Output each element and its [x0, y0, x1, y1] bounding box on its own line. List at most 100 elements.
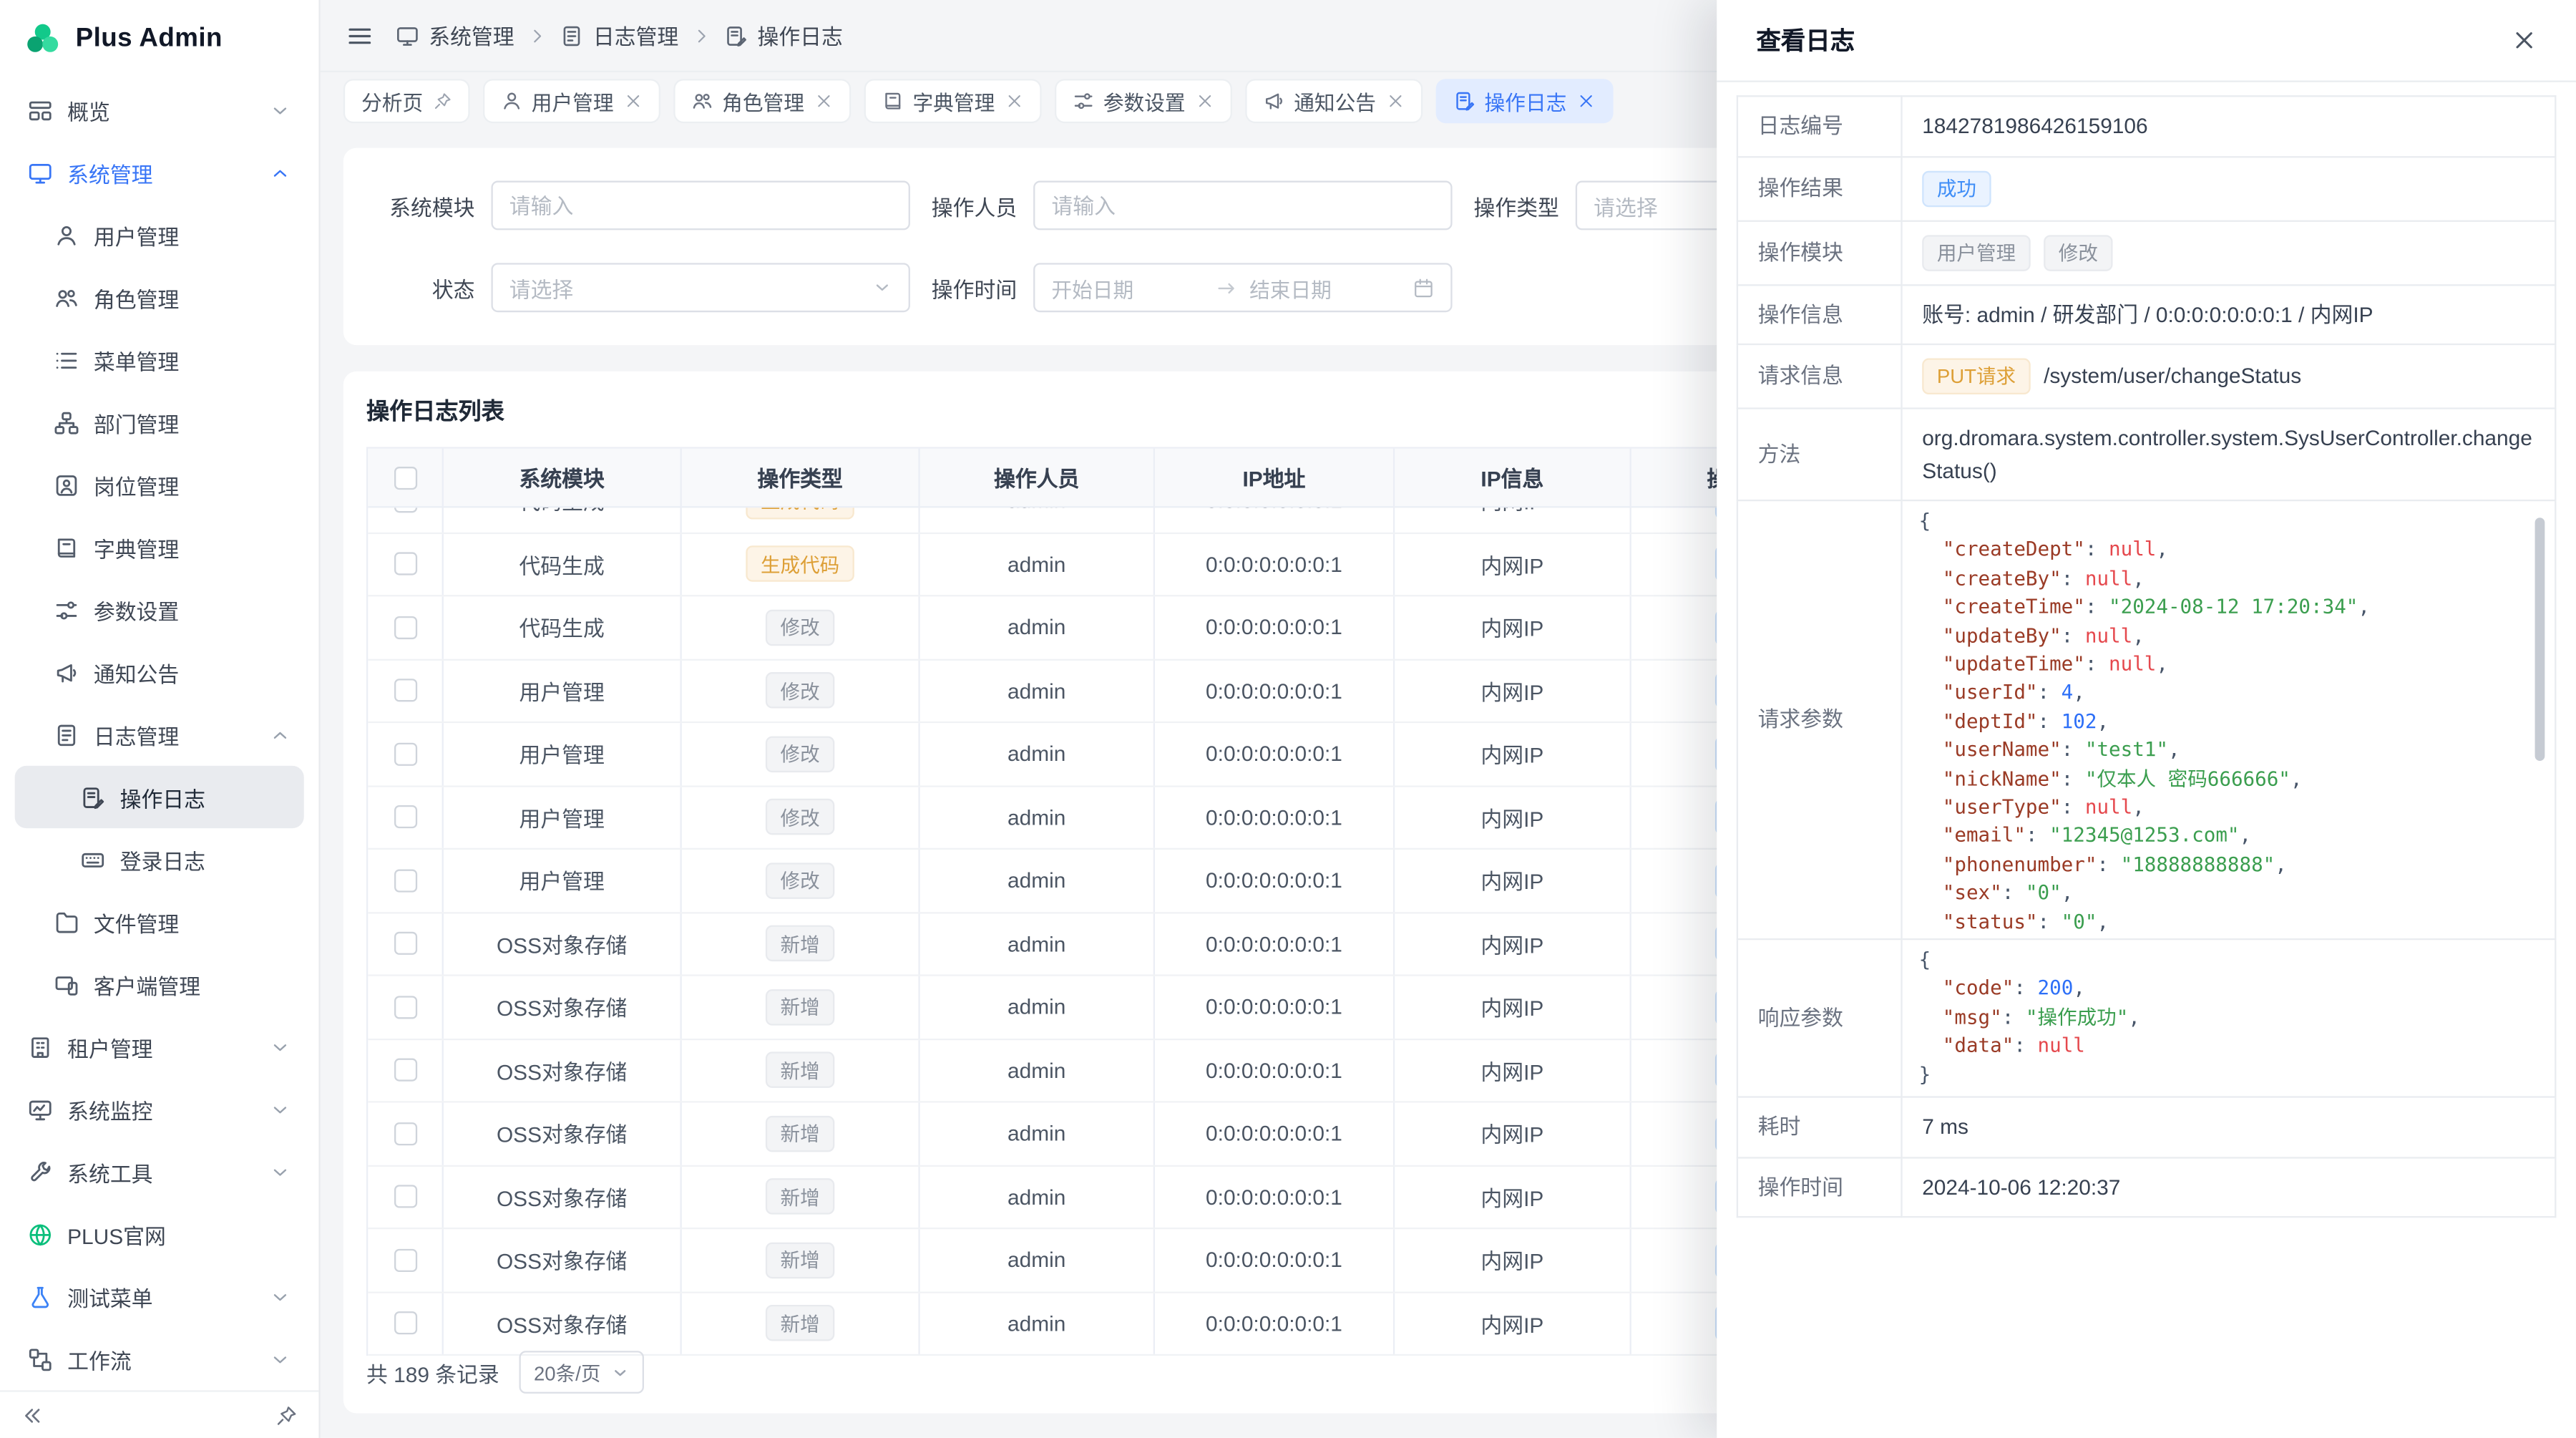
close-icon[interactable]: [1576, 91, 1594, 109]
table-row[interactable]: OSS对象存储新增admin0:0:0:0:0:0:0:1内网IP成功: [368, 976, 1868, 1039]
table-row[interactable]: 用户管理修改admin0:0:0:0:0:0:0:1内网IP成功: [368, 660, 1868, 723]
row-checkbox[interactable]: [394, 679, 416, 702]
operation-time-range[interactable]: 开始日期 结束日期: [1033, 263, 1452, 312]
row-checkbox[interactable]: [394, 1248, 416, 1271]
operation-time-value: 2024-10-06 12:20:37: [1902, 1157, 2556, 1217]
sidebar-item-test-menu[interactable]: 测试菜单: [15, 1265, 304, 1328]
sidebar-item-log-mgmt[interactable]: 日志管理: [15, 704, 304, 766]
table-row[interactable]: 代码生成生成代码admin0:0:0:0:0:0:0:1内网IP成功: [368, 507, 1868, 533]
request-url: /system/user/changeStatus: [2044, 363, 2301, 387]
table-row[interactable]: OSS对象存储新增admin0:0:0:0:0:0:0:1内网IP成功: [368, 1293, 1868, 1356]
sidebar-item-system-tools[interactable]: 系统工具: [15, 1140, 304, 1203]
operlog-icon: [80, 784, 104, 809]
operation-type-badge: 新增: [766, 1052, 834, 1089]
cell-system-module: OSS对象存储: [444, 1103, 682, 1165]
row-checkbox[interactable]: [394, 996, 416, 1019]
chevron-down-icon: [270, 1349, 291, 1370]
role-icon: [54, 285, 79, 309]
tab-user-mgmt[interactable]: 用户管理: [482, 78, 660, 122]
chevron-down-icon: [610, 1363, 628, 1381]
tab-param-settings[interactable]: 参数设置: [1054, 78, 1231, 122]
table-row[interactable]: 用户管理修改admin0:0:0:0:0:0:0:1内网IP成功: [368, 787, 1868, 850]
cell-ip-address: 0:0:0:0:0:0:0:1: [1155, 850, 1395, 911]
tab-oper-log[interactable]: 操作日志: [1435, 78, 1613, 122]
operator-input[interactable]: [1033, 181, 1452, 230]
cell-ip-info: 内网IP: [1395, 1039, 1631, 1101]
system-module-input[interactable]: [492, 181, 910, 230]
cost-value: 7 ms: [1902, 1097, 2556, 1157]
sidebar-item-login-log[interactable]: 登录日志: [15, 828, 304, 890]
select-all-checkbox[interactable]: [394, 466, 416, 489]
sidebar-item-system-monitor[interactable]: 系统监控: [15, 1078, 304, 1140]
row-checkbox[interactable]: [394, 742, 416, 765]
sidebar-item-dept-mgmt[interactable]: 部门管理: [15, 391, 304, 453]
row-checkbox[interactable]: [394, 616, 416, 638]
tools-icon: [28, 1160, 52, 1184]
row-checkbox[interactable]: [394, 806, 416, 829]
sidebar-item-role-mgmt[interactable]: 角色管理: [15, 266, 304, 329]
sidebar-item-param-settings[interactable]: 参数设置: [15, 578, 304, 641]
close-icon[interactable]: [814, 91, 832, 109]
table-row[interactable]: OSS对象存储新增admin0:0:0:0:0:0:0:1内网IP成功: [368, 1103, 1868, 1166]
table-row[interactable]: 代码生成生成代码admin0:0:0:0:0:0:0:1内网IP成功: [368, 533, 1868, 596]
page-size-select[interactable]: 20条/页: [519, 1351, 643, 1394]
row-checkbox[interactable]: [394, 553, 416, 575]
chevron-right-icon: [692, 26, 712, 46]
collapse-sidebar-icon[interactable]: [21, 1404, 43, 1426]
cell-operator: admin: [920, 507, 1155, 531]
table-row[interactable]: 用户管理修改admin0:0:0:0:0:0:0:1内网IP成功: [368, 850, 1868, 913]
sidebar-item-dict-mgmt[interactable]: 字典管理: [15, 516, 304, 578]
scrollbar-thumb[interactable]: [2535, 518, 2545, 761]
breadcrumb-item-system-mgmt[interactable]: 系统管理: [396, 20, 514, 52]
sidebar-item-client-mgmt[interactable]: 客户端管理: [15, 953, 304, 1016]
row-checkbox[interactable]: [394, 507, 416, 512]
breadcrumb-item-log-mgmt[interactable]: 日志管理: [560, 20, 678, 52]
row-checkbox[interactable]: [394, 932, 416, 955]
chevron-up-icon: [270, 724, 291, 745]
sidebar-item-file-mgmt[interactable]: 文件管理: [15, 890, 304, 953]
table-row[interactable]: OSS对象存储新增admin0:0:0:0:0:0:0:1内网IP成功: [368, 1229, 1868, 1292]
sidebar-item-menu-mgmt[interactable]: 菜单管理: [15, 329, 304, 391]
sidebar-item-notice[interactable]: 通知公告: [15, 641, 304, 703]
cell-operator: admin: [920, 1039, 1155, 1101]
header-cell: 操作类型: [682, 449, 920, 508]
sidebar-item-oper-log[interactable]: 操作日志: [15, 766, 304, 828]
close-icon[interactable]: [1386, 91, 1404, 109]
table-row[interactable]: 用户管理修改admin0:0:0:0:0:0:0:1内网IP成功: [368, 723, 1868, 786]
tab-role-mgmt[interactable]: 角色管理: [673, 78, 850, 122]
sidebar-item-overview[interactable]: 概览: [15, 79, 304, 141]
close-icon[interactable]: [1195, 91, 1213, 109]
tab-analytics[interactable]: 分析页: [343, 78, 469, 122]
sidebar-item-user-mgmt[interactable]: 用户管理: [15, 204, 304, 266]
pagination: 共 189 条记录 20条/页: [366, 1351, 643, 1394]
pin-sidebar-icon[interactable]: [276, 1404, 298, 1426]
sidebar-item-post-mgmt[interactable]: 岗位管理: [15, 454, 304, 516]
row-checkbox[interactable]: [394, 1059, 416, 1082]
close-icon[interactable]: [1005, 91, 1023, 109]
table-row[interactable]: OSS对象存储新增admin0:0:0:0:0:0:0:1内网IP成功: [368, 913, 1868, 976]
sidebar-item-tenant-mgmt[interactable]: 租户管理: [15, 1016, 304, 1078]
close-icon[interactable]: [623, 91, 641, 109]
row-checkbox[interactable]: [394, 1185, 416, 1208]
tab-notice[interactable]: 通知公告: [1244, 78, 1422, 122]
dept-icon: [54, 410, 79, 434]
row-checkbox[interactable]: [394, 1312, 416, 1335]
cell-ip-info: 内网IP: [1395, 1166, 1631, 1228]
breadcrumb-item-oper-log[interactable]: 操作日志: [725, 20, 843, 52]
table-row[interactable]: OSS对象存储新增admin0:0:0:0:0:0:0:1内网IP成功: [368, 1039, 1868, 1102]
total-records: 共 189 条记录: [366, 1356, 499, 1388]
operation-type-badge: 新增: [766, 1115, 834, 1152]
tab-dict-mgmt[interactable]: 字典管理: [864, 78, 1041, 122]
header-cell: IP地址: [1155, 449, 1395, 508]
sidebar-item-plus-site[interactable]: PLUS官网: [15, 1203, 304, 1265]
sidebar-item-system-mgmt[interactable]: 系统管理: [15, 141, 304, 203]
pin-icon[interactable]: [433, 91, 451, 109]
status-select[interactable]: 请选择: [491, 263, 909, 312]
table-row[interactable]: 代码生成修改admin0:0:0:0:0:0:0:1内网IP成功: [368, 596, 1868, 659]
row-checkbox[interactable]: [394, 1122, 416, 1145]
hamburger-icon[interactable]: [346, 22, 373, 49]
close-icon[interactable]: [2512, 28, 2536, 52]
sidebar-item-workflow[interactable]: 工作流: [15, 1328, 304, 1390]
table-row[interactable]: OSS对象存储新增admin0:0:0:0:0:0:0:1内网IP成功: [368, 1166, 1868, 1229]
row-checkbox[interactable]: [394, 869, 416, 892]
